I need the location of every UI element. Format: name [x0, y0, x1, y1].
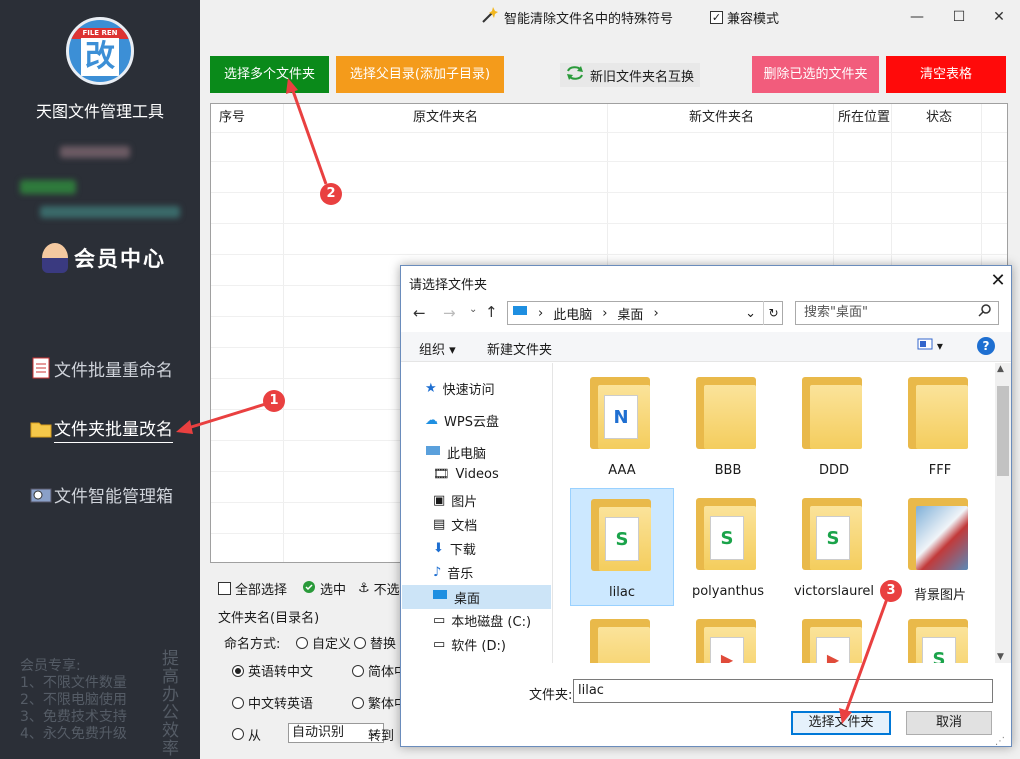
annotation-badge-3: 3 — [880, 580, 902, 602]
annotation-badge-2: 2 — [320, 183, 342, 205]
annotation-badge-1: 1 — [263, 390, 285, 412]
annotation-arrows — [176, 78, 890, 724]
